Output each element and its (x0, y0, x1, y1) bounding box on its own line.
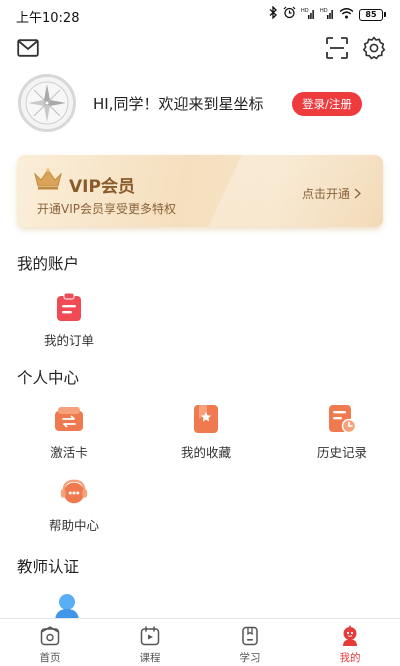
grid-item-favorites[interactable]: 我的收藏 (161, 404, 251, 461)
status-icons: HD HD 85 (269, 5, 386, 23)
signal-icon-2: HD (320, 7, 334, 23)
nav-label: 学习 (239, 652, 261, 664)
svg-text:HD: HD (320, 8, 328, 14)
grid-item-activation-card[interactable]: 激活卡 (24, 404, 114, 461)
vip-open-link[interactable]: 点击开通 (302, 185, 361, 202)
scan-button[interactable] (325, 36, 349, 60)
nav-label: 我的 (339, 652, 361, 664)
nav-item-study[interactable]: 学习 (200, 619, 300, 666)
vip-card[interactable]: VIP会员 开通VIP会员享受更多特权 点击开通 (17, 155, 383, 227)
section-title-personal: 个人中心 (17, 369, 80, 387)
grid-item-orders[interactable]: 我的订单 (24, 292, 114, 349)
grid-label: 激活卡 (50, 445, 88, 460)
status-time: 上午10:28 (16, 11, 80, 26)
nav-item-mine[interactable]: 我的 (300, 619, 400, 666)
gear-icon (362, 36, 386, 60)
grid-item-history[interactable]: 历史记录 (297, 404, 387, 461)
favorites-icon (191, 404, 221, 434)
history-icon (327, 404, 357, 434)
status-bar: 上午10:28 HD HD 85 (0, 0, 400, 28)
nav-item-course[interactable]: 课程 (100, 619, 200, 666)
grid-item-help-center[interactable]: 帮助中心 (29, 477, 119, 534)
battery-icon: 85 (359, 8, 386, 21)
vip-cta-label: 点击开通 (301, 187, 350, 201)
mail-icon (17, 39, 39, 57)
activation-card-icon (54, 404, 84, 434)
compass-icon (25, 81, 69, 125)
home-icon (39, 625, 61, 647)
order-icon (54, 292, 84, 322)
alarm-icon (283, 6, 296, 23)
section-title-teacher: 教师认证 (17, 558, 80, 576)
profile-icon (339, 625, 361, 647)
section-title-account: 我的账户 (17, 255, 80, 273)
nav-label: 首页 (39, 652, 61, 664)
vip-title: VIP会员 (69, 177, 135, 197)
message-button[interactable] (16, 37, 40, 59)
nav-item-home[interactable]: 首页 (0, 619, 100, 666)
grid-label: 我的订单 (43, 333, 94, 348)
signal-icon-1: HD (301, 7, 315, 23)
bluetooth-icon (269, 5, 278, 23)
study-icon (239, 625, 261, 647)
course-icon (139, 625, 161, 647)
avatar[interactable] (18, 74, 76, 132)
login-register-button[interactable]: 登录/注册 (292, 92, 362, 116)
svg-text:HD: HD (301, 8, 309, 14)
battery-level: 85 (359, 8, 383, 21)
grid-label: 我的收藏 (180, 445, 231, 460)
chevron-right-icon (354, 188, 361, 199)
grid-label: 历史记录 (316, 445, 367, 460)
greeting-text: HI,同学！欢迎来到星坐标 (93, 95, 264, 113)
nav-label: 课程 (139, 652, 161, 664)
grid-label: 帮助中心 (48, 518, 99, 533)
help-center-icon (59, 477, 89, 507)
settings-button[interactable] (361, 35, 387, 61)
vip-subtitle: 开通VIP会员享受更多特权 (37, 202, 176, 216)
bottom-nav: 首页 课程 学习 我的 (0, 618, 400, 666)
teacher-cert-icon[interactable] (52, 592, 82, 618)
crown-icon (34, 168, 62, 190)
wifi-icon (339, 7, 354, 23)
scan-icon (326, 37, 348, 59)
